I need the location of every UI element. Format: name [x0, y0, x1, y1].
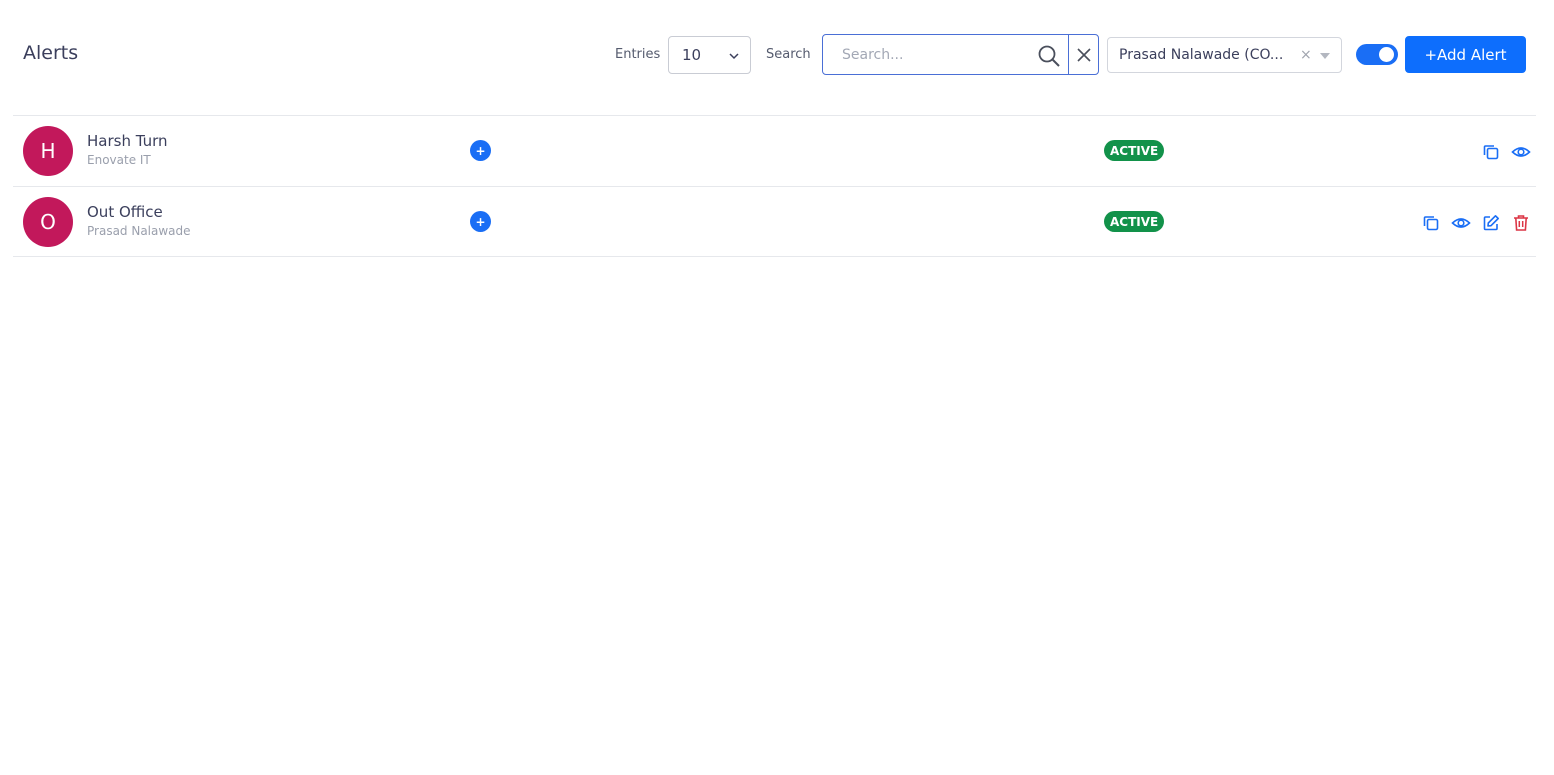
list-item: H Harsh Turn Enovate IT + ACTIVE — [13, 115, 1536, 186]
add-icon[interactable]: + — [470, 140, 491, 161]
page-title: Alerts — [23, 42, 79, 64]
trash-icon[interactable] — [1506, 208, 1536, 238]
alert-subtitle: Enovate IT — [87, 153, 151, 167]
copy-icon[interactable] — [1416, 208, 1446, 238]
chevron-down-icon — [729, 53, 739, 60]
entries-select[interactable]: 10 — [668, 36, 751, 74]
add-alert-button[interactable]: +Add Alert — [1405, 36, 1526, 73]
alert-title[interactable]: Harsh Turn — [87, 132, 168, 150]
row-actions — [1416, 187, 1536, 258]
row-actions — [1476, 116, 1536, 187]
status-badge: ACTIVE — [1104, 140, 1165, 161]
user-filter-select[interactable]: Prasad Nalawade (CO... × — [1107, 37, 1342, 73]
caret-down-icon — [1320, 53, 1330, 59]
entries-value: 10 — [682, 46, 702, 64]
status-badge: ACTIVE — [1104, 211, 1165, 232]
alert-title[interactable]: Out Office — [87, 203, 163, 221]
avatar: O — [23, 197, 73, 247]
search-icon[interactable] — [1037, 44, 1061, 68]
alerts-list: H Harsh Turn Enovate IT + ACTIVE O Out O… — [13, 115, 1536, 257]
page-header: Alerts Entries 10 Search Prasad Nalawade… — [0, 0, 1554, 110]
search-label: Search — [766, 47, 811, 62]
add-icon[interactable]: + — [470, 211, 491, 232]
eye-icon[interactable] — [1506, 137, 1536, 167]
user-filter-clear-icon[interactable]: × — [1300, 47, 1312, 63]
user-filter-value: Prasad Nalawade (CO... — [1119, 47, 1284, 63]
alert-subtitle: Prasad Nalawade — [87, 224, 191, 238]
copy-icon[interactable] — [1476, 137, 1506, 167]
list-item: O Out Office Prasad Nalawade + ACTIVE — [13, 186, 1536, 257]
search-clear-button[interactable] — [1068, 35, 1099, 74]
search-box — [822, 34, 1099, 75]
active-toggle[interactable] — [1356, 44, 1398, 65]
search-input[interactable] — [823, 35, 1068, 74]
edit-icon[interactable] — [1476, 208, 1506, 238]
toggle-knob — [1379, 47, 1394, 62]
eye-icon[interactable] — [1446, 208, 1476, 238]
entries-label: Entries — [615, 47, 661, 62]
close-icon — [1077, 47, 1091, 62]
avatar: H — [23, 126, 73, 176]
